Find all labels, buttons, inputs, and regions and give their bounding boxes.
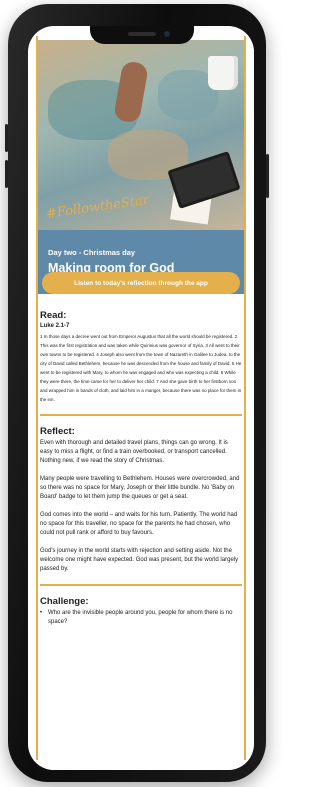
day-subtitle: Day two - Christmas day (48, 248, 136, 257)
reflect-heading: Reflect: (40, 426, 75, 437)
hero-image: #FollowtheStar (38, 40, 244, 230)
section-divider (40, 414, 242, 416)
front-camera (164, 31, 170, 37)
follow-the-star-logo: #FollowtheStar (45, 192, 150, 222)
speaker-grille (128, 32, 156, 36)
phone-body: #FollowtheStar Day two - Christmas day M… (5, 4, 269, 782)
section-divider (40, 584, 242, 586)
scripture-text: 1 In those days a decree went out from E… (40, 334, 242, 402)
power-button (266, 154, 269, 198)
read-heading: Read: (40, 310, 67, 321)
reflect-paragraph: Many people were travelling to Bethlehem… (40, 476, 240, 500)
challenge-item: Who are the invisible people around you,… (40, 609, 242, 627)
hand-image (112, 60, 150, 124)
reflection-content: Read: Luke 2.1-7 1 In those days a decre… (40, 310, 242, 627)
screen-bottom (28, 760, 254, 770)
cup-image (208, 56, 238, 90)
notch (90, 26, 194, 44)
reflect-paragraph: God comes into the world – and waits for… (40, 512, 238, 536)
phone-mockup: #FollowtheStar Day two - Christmas day M… (0, 0, 282, 787)
reflect-paragraph: God's journey in the world starts with r… (40, 548, 239, 572)
volume-up-button (5, 124, 8, 152)
listen-app-button[interactable]: Listen to today's reflection through the… (42, 272, 240, 294)
volume-down-button (5, 160, 8, 188)
scripture-reference: Luke 2.1-7 (40, 323, 70, 329)
reflect-paragraph: Even with thorough and detailed travel p… (40, 440, 228, 464)
challenge-heading: Challenge: (40, 596, 89, 607)
phone-screen: #FollowtheStar Day two - Christmas day M… (28, 26, 254, 770)
